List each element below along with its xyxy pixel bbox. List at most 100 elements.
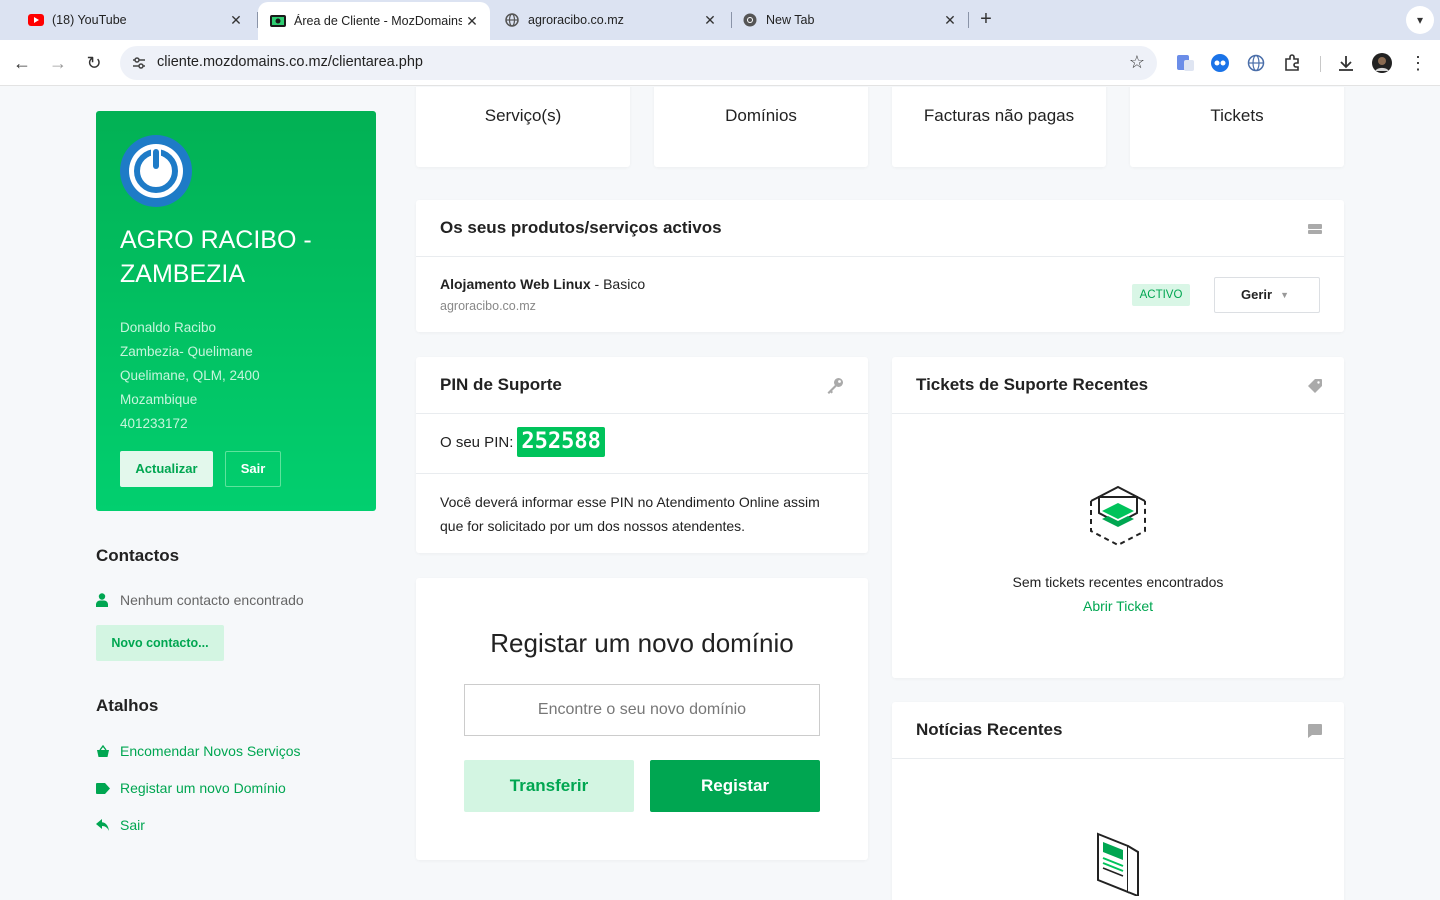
divider (892, 758, 1344, 759)
tile-services[interactable]: Serviço(s) (416, 87, 630, 167)
profile-card: AGRO RACIBO - ZAMBEZIA Donaldo Racibo Za… (96, 111, 376, 511)
empty-box-icon (1088, 483, 1148, 549)
shortcut-label: Registar um novo Domínio (120, 780, 286, 796)
tab-separator (968, 12, 969, 28)
support-pin-panel: PIN de Suporte O seu PIN: 252588 Você de… (416, 357, 868, 553)
key-icon (826, 377, 844, 395)
shortcut-label: Encomendar Novos Serviços (120, 743, 301, 759)
transfer-button[interactable]: Transferir (464, 760, 634, 812)
tile-domains[interactable]: Domínios (654, 87, 868, 167)
address-line: Quelimane, QLM, 2400 (120, 368, 260, 383)
divider (416, 256, 1344, 257)
tile-label: Tickets (1210, 106, 1264, 125)
address-bar[interactable]: cliente.mozdomains.co.mz/clientarea.php … (120, 46, 1157, 80)
download-icon[interactable] (1335, 52, 1357, 74)
tab-title: New Tab (766, 13, 815, 27)
open-ticket-link[interactable]: Abrir Ticket (892, 598, 1344, 614)
client-name: AGRO RACIBO - ZAMBEZIA (120, 226, 312, 288)
tile-unpaid-invoices[interactable]: Facturas não pagas (892, 87, 1106, 167)
caret-down-icon: ▼ (1280, 290, 1289, 300)
mask-extension-icon[interactable] (1209, 52, 1231, 74)
tab-title: (18) YouTube (52, 13, 127, 27)
bookmark-star-icon[interactable]: ☆ (1129, 52, 1145, 73)
basket-icon (96, 744, 110, 758)
pin-value: 252588 (517, 427, 605, 457)
browser-toolbar: ← → ↻ cliente.mozdomains.co.mz/clientare… (0, 40, 1440, 86)
panel-title: Tickets de Suporte Recentes (916, 375, 1149, 394)
url-text: cliente.mozdomains.co.mz/clientarea.php (157, 54, 423, 70)
tab-title: agroracibo.co.mz (528, 13, 624, 27)
pin-label: O seu PIN: (440, 433, 514, 451)
address-line: 401233172 (120, 416, 188, 431)
register-button[interactable]: Registar (650, 760, 820, 812)
contacts-heading: Contactos (96, 546, 180, 565)
recent-tickets-panel: Tickets de Suporte Recentes Sem tickets … (892, 357, 1344, 678)
recent-news-panel: Notícias Recentes (892, 702, 1344, 900)
address-line: Mozambique (120, 392, 198, 407)
tile-tickets[interactable]: Tickets (1130, 87, 1344, 167)
divider (892, 413, 1344, 414)
page-content: AGRO RACIBO - ZAMBEZIA Donaldo Racibo Za… (0, 87, 1440, 900)
shortcut-order-services[interactable]: Encomendar Novos Serviços (96, 743, 301, 759)
server-icon (1308, 222, 1322, 236)
service-plan: - Basico (590, 276, 646, 292)
panel-title: Os seus produtos/serviços activos (440, 218, 722, 237)
pin-line: O seu PIN: 252588 (440, 427, 605, 457)
globe-icon (504, 12, 520, 28)
tab-youtube[interactable]: (18) YouTube ✕ (16, 4, 254, 36)
new-contact-button[interactable]: Novo contacto... (96, 625, 224, 661)
service-domain: agroracibo.co.mz (440, 299, 536, 313)
panel-title: Notícias Recentes (916, 720, 1063, 739)
close-tab-icon[interactable]: ✕ (462, 13, 482, 30)
site-settings-icon[interactable] (130, 54, 148, 72)
close-tab-icon[interactable]: ✕ (940, 12, 960, 29)
close-tab-icon[interactable]: ✕ (226, 12, 246, 29)
client-address: Donaldo Racibo Zambezia- Quelimane Queli… (120, 316, 260, 436)
manage-label: Gerir (1241, 287, 1273, 302)
domain-search-input[interactable] (464, 684, 820, 736)
comment-icon (1308, 724, 1322, 738)
tickets-empty-text: Sem tickets recentes encontrados (1012, 574, 1224, 590)
active-services-panel: Os seus produtos/serviços activos Alojam… (416, 200, 1344, 332)
back-arrow-icon[interactable]: ← (9, 50, 35, 76)
reload-icon[interactable]: ↻ (81, 50, 107, 76)
register-domain-panel: Registar um novo domínio Transferir Regi… (416, 578, 868, 860)
browser-tab-bar: (18) YouTube ✕ Área de Cliente - MozDoma… (0, 0, 1440, 40)
pin-info-text: Você deverá informar esse PIN no Atendim… (440, 494, 820, 534)
kebab-menu-icon[interactable]: ⋮ (1407, 52, 1429, 74)
update-button[interactable]: Actualizar (120, 451, 213, 487)
youtube-icon (28, 12, 44, 28)
tag-icon (96, 781, 110, 795)
divider (416, 473, 868, 474)
tab-search-button[interactable]: ▾ (1406, 6, 1434, 34)
forward-arrow-icon[interactable]: → (45, 50, 71, 76)
divider (416, 413, 868, 414)
translate-extension-icon[interactable] (1245, 52, 1267, 74)
tab-new-tab[interactable]: New Tab ✕ (730, 4, 968, 36)
tag-icon (1308, 379, 1322, 393)
panel-title: PIN de Suporte (440, 375, 562, 394)
shortcut-register-domain[interactable]: Registar um novo Domínio (96, 780, 286, 796)
new-tab-button[interactable]: + (976, 8, 996, 32)
reply-icon (96, 818, 110, 832)
tab-agroracibo[interactable]: agroracibo.co.mz ✕ (492, 4, 728, 36)
mozdomains-icon (270, 13, 286, 29)
chrome-icon (742, 12, 758, 28)
service-name[interactable]: Alojamento Web Linux - Basico (440, 276, 645, 292)
extension-icon[interactable] (1175, 52, 1197, 74)
shortcut-logout[interactable]: Sair (96, 817, 145, 833)
service-product: Alojamento Web Linux (440, 276, 591, 292)
power-logo-icon (120, 135, 192, 207)
tab-mozdomains[interactable]: Área de Cliente - MozDomains ✕ (258, 2, 490, 40)
tab-title: Área de Cliente - MozDomains (294, 14, 462, 28)
address-line: Zambezia- Quelimane (120, 344, 253, 359)
shortcut-label: Sair (120, 817, 145, 833)
tile-label: Domínios (725, 106, 797, 125)
toolbar-separator (1320, 56, 1321, 72)
puzzle-icon[interactable] (1281, 52, 1303, 74)
logout-button[interactable]: Sair (225, 451, 281, 487)
newspaper-icon (1094, 830, 1142, 898)
close-tab-icon[interactable]: ✕ (700, 12, 720, 29)
manage-dropdown-button[interactable]: Gerir ▼ (1214, 277, 1320, 313)
avatar[interactable] (1371, 52, 1393, 74)
